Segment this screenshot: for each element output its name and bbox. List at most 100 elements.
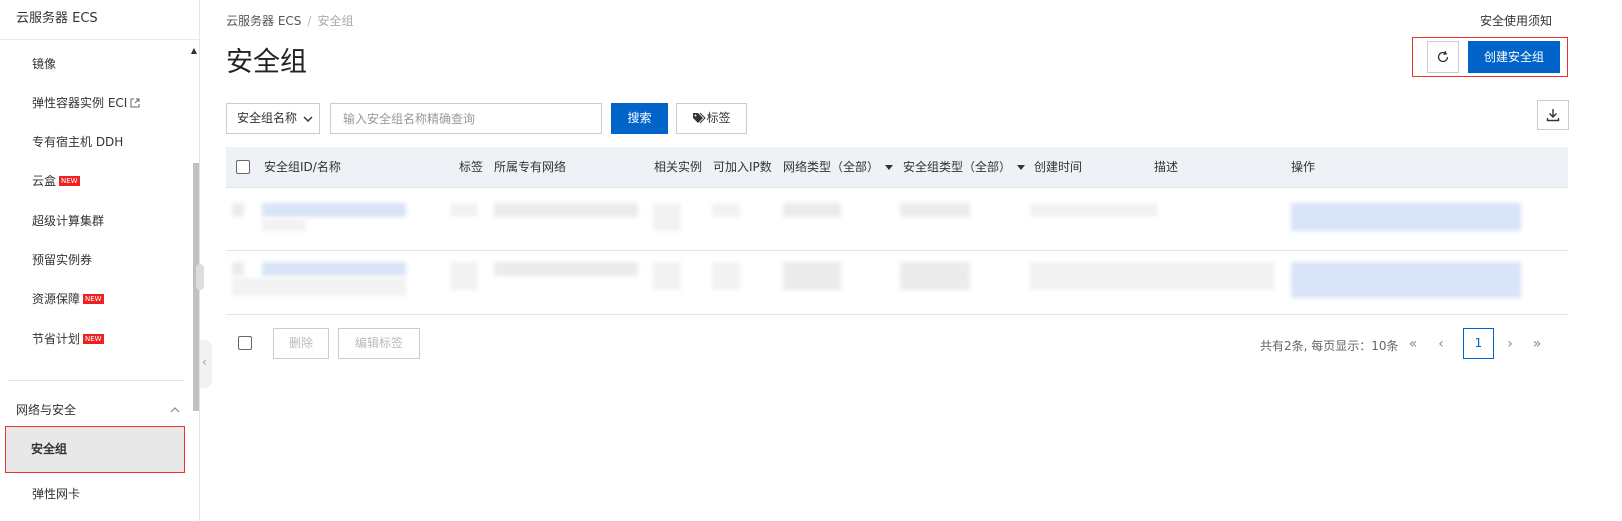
footer-select-all-checkbox[interactable] [238, 336, 252, 350]
breadcrumb-link-ecs[interactable]: 云服务器 ECS [226, 14, 301, 28]
sidebar-collapse-handle[interactable]: ‹ [200, 340, 212, 388]
tag-filter-button[interactable]: 标签 [676, 103, 747, 134]
sidebar-item-label: 云盒 [32, 174, 57, 188]
download-icon [1546, 109, 1560, 122]
page-title: 安全组 [226, 47, 307, 78]
redacted-created-time-description [1030, 262, 1274, 290]
sidebar-item-label: 专有宿主机 DDH [32, 135, 124, 149]
redacted-tags [450, 203, 478, 217]
redacted-vpc[interactable] [494, 203, 638, 217]
redacted-group-type [900, 203, 970, 217]
redacted-ip-count [712, 262, 740, 290]
redacted-instance-count [653, 203, 681, 231]
column-header-group-type[interactable]: 安全组类型（全部） [903, 147, 1026, 187]
sidebar-title[interactable]: 云服务器 ECS [0, 0, 200, 40]
breadcrumb-separator: / [307, 14, 312, 28]
chevron-up-icon[interactable] [170, 405, 180, 415]
column-header-network-type[interactable]: 网络类型（全部） [783, 147, 894, 187]
external-link-icon [130, 98, 140, 108]
column-header-actions: 操作 [1291, 160, 1316, 174]
new-badge: NEW [83, 334, 104, 344]
sidebar-item-label: 弹性网卡 [32, 487, 81, 501]
chevron-down-icon [303, 116, 313, 122]
pagination-summary: 共有2条, 每页显示：10条 [1260, 339, 1399, 353]
column-header-id-name: 安全组ID/名称 [264, 160, 341, 174]
breadcrumb: 云服务器 ECS / 安全组 [226, 12, 353, 29]
row-checkbox-redacted[interactable] [232, 203, 244, 217]
sidebar-divider [8, 380, 184, 381]
column-header-label: 网络类型（全部） [783, 160, 880, 174]
sidebar-group-network-security[interactable]: 网络与安全 [0, 391, 192, 429]
redacted-security-group-id[interactable] [262, 203, 406, 217]
redacted-vpc[interactable] [494, 262, 638, 276]
row-checkbox-redacted[interactable] [232, 262, 244, 276]
column-header-available-ips: 可加入IP数 [713, 160, 772, 174]
edit-tags-button[interactable]: 编辑标签 [338, 328, 420, 359]
first-page-icon[interactable]: « [1406, 336, 1420, 352]
table-row[interactable] [226, 252, 1568, 315]
security-notice-link[interactable]: 安全使用须知 [1480, 12, 1552, 29]
sidebar-drag-handle[interactable] [196, 264, 204, 290]
breadcrumb-current: 安全组 [317, 14, 354, 28]
sidebar: 云服务器 ECS ▲ 镜像 弹性容器实例 ECI 专有宿主机 DDH 云盒 NEW… [0, 0, 200, 521]
sidebar-item-cloudbox[interactable]: 云盒 NEW [0, 161, 192, 201]
redacted-created-time [1030, 203, 1158, 217]
redacted-tags [450, 262, 478, 290]
column-header-description: 描述 [1154, 160, 1179, 174]
sidebar-item-label: 安全组 [31, 442, 68, 456]
redacted-row-actions[interactable] [1291, 203, 1521, 231]
sidebar-item-label: 超级计算集群 [32, 214, 105, 228]
redacted-security-group-name [232, 278, 406, 296]
column-header-created-time: 创建时间 [1034, 160, 1083, 174]
table-row[interactable] [226, 188, 1568, 251]
sidebar-item-label: 节省计划 [32, 332, 81, 346]
tag-button-label: 标签 [706, 111, 731, 125]
filter-dropdown-icon[interactable] [1017, 165, 1026, 170]
column-header-instances: 相关实例 [654, 160, 703, 174]
sidebar-item-eci[interactable]: 弹性容器实例 ECI [0, 83, 192, 123]
sidebar-item-label: 镜像 [32, 57, 57, 71]
refresh-button[interactable] [1427, 41, 1459, 73]
sidebar-item-savings-plan[interactable]: 节省计划 NEW [0, 319, 192, 359]
delete-button[interactable]: 删除 [273, 328, 329, 359]
new-badge: NEW [59, 176, 80, 186]
filter-dropdown-icon[interactable] [885, 165, 894, 170]
column-header-label: 安全组类型（全部） [903, 160, 1012, 174]
sidebar-item-resource-guarantee[interactable]: 资源保障 NEW [0, 279, 192, 319]
search-input[interactable] [330, 103, 602, 134]
redacted-security-group-name [262, 219, 306, 231]
search-field-select[interactable]: 安全组名称 [226, 103, 320, 134]
select-all-checkbox[interactable] [236, 160, 250, 174]
export-button[interactable] [1537, 100, 1569, 130]
redacted-ip-count [712, 203, 740, 217]
redacted-security-group-id[interactable] [262, 262, 406, 276]
prev-page-icon[interactable]: ‹ [1434, 336, 1448, 352]
redacted-group-type [900, 262, 970, 290]
sidebar-item-image[interactable]: 镜像 [0, 44, 192, 84]
redacted-network-type [783, 203, 841, 217]
sidebar-item-label: 弹性容器实例 ECI [32, 96, 128, 110]
last-page-icon[interactable]: » [1530, 336, 1544, 352]
table-header: 安全组ID/名称 标签 所属专有网络 相关实例 可加入IP数 网络类型（全部） … [226, 147, 1568, 188]
page-number-current[interactable]: 1 [1463, 328, 1494, 359]
sidebar-item-reserved-instances[interactable]: 预留实例券 [0, 240, 192, 280]
tag-icon [693, 112, 707, 124]
sidebar-item-scc[interactable]: 超级计算集群 [0, 201, 192, 241]
search-button[interactable]: 搜索 [611, 103, 668, 134]
column-header-tags: 标签 [459, 160, 484, 174]
next-page-icon[interactable]: › [1503, 336, 1517, 352]
new-badge: NEW [83, 294, 104, 304]
column-header-vpc: 所属专有网络 [494, 160, 567, 174]
sidebar-item-eni[interactable]: 弹性网卡 [0, 474, 192, 514]
sidebar-item-label: 预留实例券 [32, 253, 93, 267]
refresh-icon [1437, 50, 1449, 63]
create-security-group-button[interactable]: 创建安全组 [1468, 41, 1560, 73]
redacted-row-actions[interactable] [1291, 262, 1521, 298]
search-field-select-value: 安全组名称 [237, 111, 298, 125]
sidebar-item-ddh[interactable]: 专有宿主机 DDH [0, 122, 192, 162]
sidebar-item-label: 资源保障 [32, 292, 81, 306]
sidebar-item-security-group[interactable]: 安全组 [5, 426, 185, 473]
redacted-instance-count [653, 262, 681, 290]
chevron-left-icon: ‹ [202, 355, 207, 369]
redacted-network-type [783, 262, 841, 290]
